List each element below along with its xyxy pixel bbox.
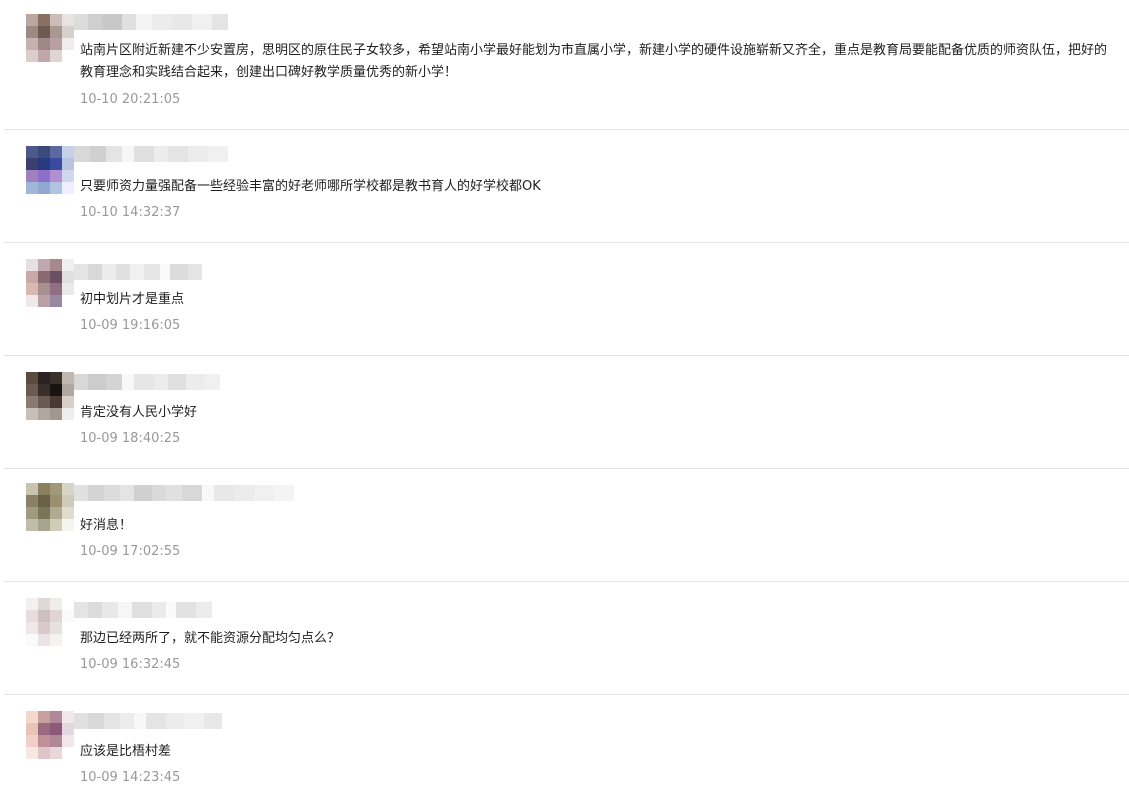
comment-item: 初中划片才是重点 10-09 19:16:05 bbox=[0, 243, 1129, 356]
comment-time: 10-09 14:23:45 bbox=[80, 770, 181, 785]
avatar[interactable] bbox=[26, 14, 74, 62]
comment-time: 10-09 19:16:05 bbox=[80, 318, 181, 333]
comment-text: 那边已经两所了，就不能资源分配均匀点么？ bbox=[80, 631, 341, 646]
comment-text: 站南片区附近新建不少安置房，思明区的原住民子女较多，希望站南小学最好能划为市直属… bbox=[80, 43, 1108, 80]
comment-time: 10-09 18:40:25 bbox=[80, 431, 181, 446]
comment-item: 应该是比梧村差 10-09 14:23:45 bbox=[0, 695, 1129, 785]
username-blurred[interactable] bbox=[74, 713, 222, 729]
comment-item: 那边已经两所了，就不能资源分配均匀点么？ 10-09 16:32:45 bbox=[0, 582, 1129, 695]
avatar[interactable] bbox=[26, 146, 74, 194]
comment-text: 初中划片才是重点 bbox=[80, 292, 185, 307]
comment-text: 好消息！ bbox=[80, 518, 133, 533]
comment-time: 10-10 20:21:05 bbox=[80, 92, 181, 107]
comment-item: 肯定没有人民小学好 10-09 18:40:25 bbox=[0, 356, 1129, 469]
username-blurred[interactable] bbox=[74, 146, 228, 162]
comment-item: 站南片区附近新建不少安置房，思明区的原住民子女较多，希望站南小学最好能划为市直属… bbox=[0, 0, 1129, 130]
username-blurred[interactable] bbox=[74, 602, 212, 618]
avatar[interactable] bbox=[26, 483, 74, 531]
comment-text: 只要师资力量强配备一些经验丰富的好老师哪所学校都是教书育人的好学校都OK bbox=[80, 179, 541, 194]
comment-time: 10-09 17:02:55 bbox=[80, 544, 181, 559]
comment-time: 10-09 16:32:45 bbox=[80, 657, 181, 672]
avatar[interactable] bbox=[26, 372, 74, 420]
username-blurred[interactable] bbox=[74, 264, 202, 280]
avatar[interactable] bbox=[26, 598, 74, 646]
comment-time: 10-10 14:32:37 bbox=[80, 205, 181, 220]
avatar[interactable] bbox=[26, 259, 74, 307]
comment-text: 肯定没有人民小学好 bbox=[80, 405, 198, 420]
avatar[interactable] bbox=[26, 711, 74, 759]
comment-item: 好消息！ 10-09 17:02:55 bbox=[0, 469, 1129, 582]
username-blurred[interactable] bbox=[74, 485, 294, 501]
username-blurred[interactable] bbox=[74, 14, 228, 30]
comment-item: 只要师资力量强配备一些经验丰富的好老师哪所学校都是教书育人的好学校都OK 10-… bbox=[0, 130, 1129, 243]
username-blurred[interactable] bbox=[74, 374, 220, 390]
comment-text: 应该是比梧村差 bbox=[80, 744, 172, 759]
